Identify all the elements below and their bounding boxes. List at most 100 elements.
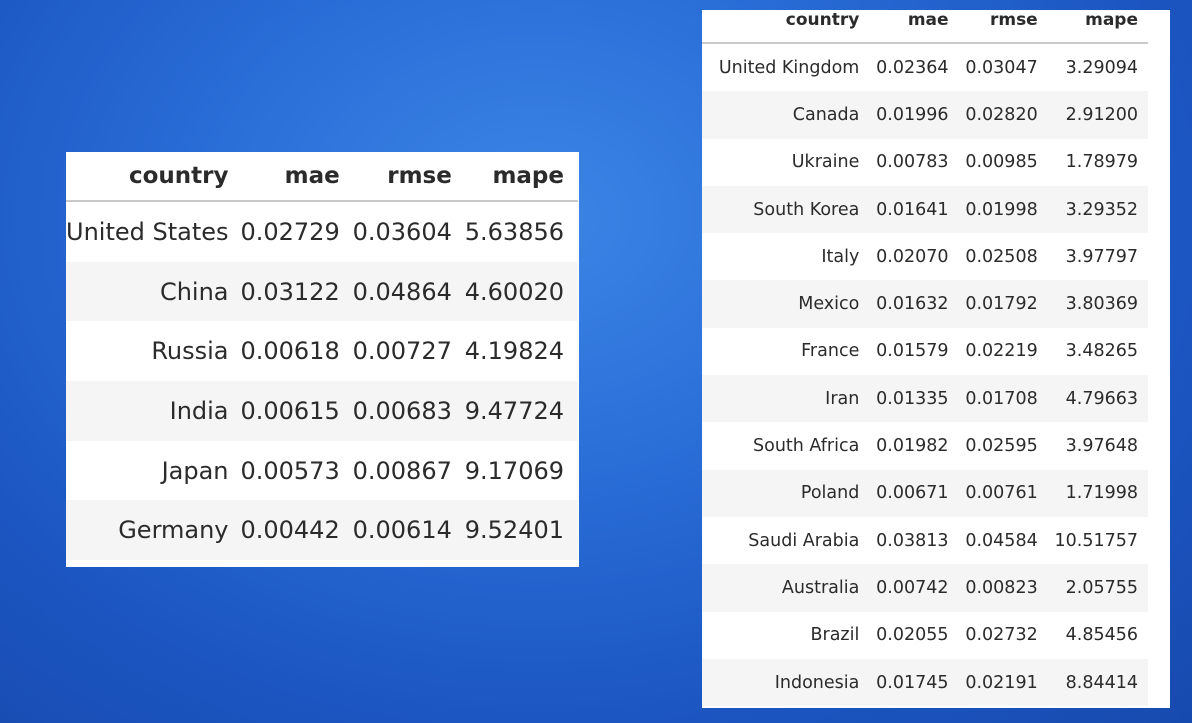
cell-mae: 0.01996 (859, 91, 949, 139)
cell-mape: 4.79663 (1037, 375, 1148, 423)
cell-rmse: 0.02191 (948, 658, 1038, 707)
cell-country: Poland (702, 469, 860, 517)
cell-country: China (66, 261, 229, 322)
header-row: country mae rmse mape (702, 10, 1148, 44)
cell-mape: 4.85456 (1037, 611, 1148, 659)
cell-mae: 0.03813 (859, 516, 949, 565)
cell-rmse: 0.03047 (948, 43, 1038, 92)
cell-rmse: 0.02508 (948, 233, 1038, 281)
cell-country: Russia (66, 321, 229, 382)
cell-mape: 1.78979 (1037, 138, 1148, 186)
cell-mae: 0.00783 (859, 138, 949, 186)
cell-country: France (702, 327, 860, 376)
table-row: Saudi Arabia 0.03813 0.04584 10.51757 (702, 516, 1148, 565)
cell-rmse: 0.00823 (948, 564, 1038, 612)
cell-mape: 2.91200 (1037, 91, 1148, 139)
cell-country: South Korea (702, 185, 860, 234)
cell-mape: 4.19824 (451, 321, 578, 382)
cell-mae: 0.02729 (228, 201, 340, 262)
cell-mape: 10.51757 (1037, 516, 1148, 565)
table-row: United States 0.02729 0.03604 5.63856 (66, 201, 578, 262)
cell-country: Germany (66, 500, 229, 561)
column-header-country: country (702, 10, 860, 44)
table-row: Brazil 0.02055 0.02732 4.85456 (702, 611, 1148, 659)
table-row: India 0.00615 0.00683 9.47724 (66, 381, 578, 441)
cell-mape: 5.63856 (451, 201, 578, 262)
column-header-rmse: rmse (948, 10, 1038, 44)
table-row: Italy 0.02070 0.02508 3.97797 (702, 233, 1148, 281)
cell-country: Ukraine (702, 138, 860, 186)
cell-country: Australia (702, 564, 860, 612)
table-row: South Africa 0.01982 0.02595 3.97648 (702, 422, 1148, 470)
cell-mape: 3.97648 (1037, 422, 1148, 470)
cell-mae: 0.00742 (859, 564, 949, 612)
cell-mae: 0.01579 (859, 327, 949, 376)
table-row: Germany 0.00442 0.00614 9.52401 (66, 500, 578, 561)
cell-mape: 1.71998 (1037, 469, 1148, 517)
cell-mae: 0.01641 (859, 185, 949, 234)
table-row: China 0.03122 0.04864 4.60020 (66, 261, 578, 322)
cell-mae: 0.00573 (228, 440, 340, 501)
column-header-rmse: rmse (339, 152, 452, 202)
table-row: Australia 0.00742 0.00823 2.05755 (702, 564, 1148, 612)
cell-rmse: 0.01708 (948, 375, 1038, 423)
cell-rmse: 0.01792 (948, 280, 1038, 328)
cell-mae: 0.02364 (859, 43, 949, 92)
table-row: Japan 0.00573 0.00867 9.17069 (66, 440, 578, 501)
cell-mape: 3.97797 (1037, 233, 1148, 281)
cell-rmse: 0.00683 (339, 381, 452, 441)
cell-mae: 0.01982 (859, 422, 949, 470)
metrics-table-right: country mae rmse mape United Kingdom 0.02… (702, 10, 1148, 707)
cell-rmse: 0.01998 (948, 185, 1038, 234)
cell-country: Canada (702, 91, 860, 139)
column-header-mae: mae (859, 10, 949, 44)
cell-rmse: 0.00761 (948, 469, 1038, 517)
table-row: Canada 0.01996 0.02820 2.91200 (702, 91, 1148, 139)
cell-rmse: 0.00727 (339, 321, 452, 382)
cell-country: Japan (66, 440, 229, 501)
cell-country: Iran (702, 375, 860, 423)
table-row: Russia 0.00618 0.00727 4.19824 (66, 321, 578, 382)
cell-country: Italy (702, 233, 860, 281)
table-row: United Kingdom 0.02364 0.03047 3.29094 (702, 43, 1148, 92)
cell-country: Brazil (702, 611, 860, 659)
cell-country: South Africa (702, 422, 860, 470)
cell-mae: 0.01745 (859, 658, 949, 707)
cell-mae: 0.03122 (228, 261, 340, 322)
cell-country: Indonesia (702, 658, 860, 707)
cell-mae: 0.00618 (228, 321, 340, 382)
cell-rmse: 0.03604 (339, 201, 452, 262)
cell-mape: 9.47724 (451, 381, 578, 441)
column-header-mae: mae (228, 152, 340, 202)
left-table-panel: country mae rmse mape United States 0.027… (66, 152, 579, 567)
cell-mae: 0.00671 (859, 469, 949, 517)
cell-mape: 3.48265 (1037, 327, 1148, 376)
cell-country: Saudi Arabia (702, 516, 860, 565)
cell-rmse: 0.02820 (948, 91, 1038, 139)
cell-mape: 9.17069 (451, 440, 578, 501)
column-header-country: country (66, 152, 229, 202)
cell-rmse: 0.00614 (339, 500, 452, 561)
cell-mape: 2.05755 (1037, 564, 1148, 612)
cell-mae: 0.02055 (859, 611, 949, 659)
cell-rmse: 0.02219 (948, 327, 1038, 376)
table-row: Ukraine 0.00783 0.00985 1.78979 (702, 138, 1148, 186)
cell-mape: 3.29352 (1037, 185, 1148, 234)
cell-country: India (66, 381, 229, 441)
right-table-panel: country mae rmse mape United Kingdom 0.02… (702, 10, 1170, 708)
table-row: France 0.01579 0.02219 3.48265 (702, 327, 1148, 376)
header-row: country mae rmse mape (66, 152, 578, 202)
cell-country: United States (66, 201, 229, 262)
cell-mape: 4.60020 (451, 261, 578, 322)
cell-mape: 9.52401 (451, 500, 578, 561)
cell-rmse: 0.04864 (339, 261, 452, 322)
cell-mae: 0.00615 (228, 381, 340, 441)
cell-mae: 0.01632 (859, 280, 949, 328)
table-row: Iran 0.01335 0.01708 4.79663 (702, 375, 1148, 423)
column-header-mape: mape (1037, 10, 1148, 44)
cell-rmse: 0.04584 (948, 516, 1038, 565)
cell-mae: 0.00442 (228, 500, 340, 561)
cell-mape: 3.29094 (1037, 43, 1148, 92)
cell-mae: 0.02070 (859, 233, 949, 281)
metrics-table-left: country mae rmse mape United States 0.027… (66, 152, 578, 561)
